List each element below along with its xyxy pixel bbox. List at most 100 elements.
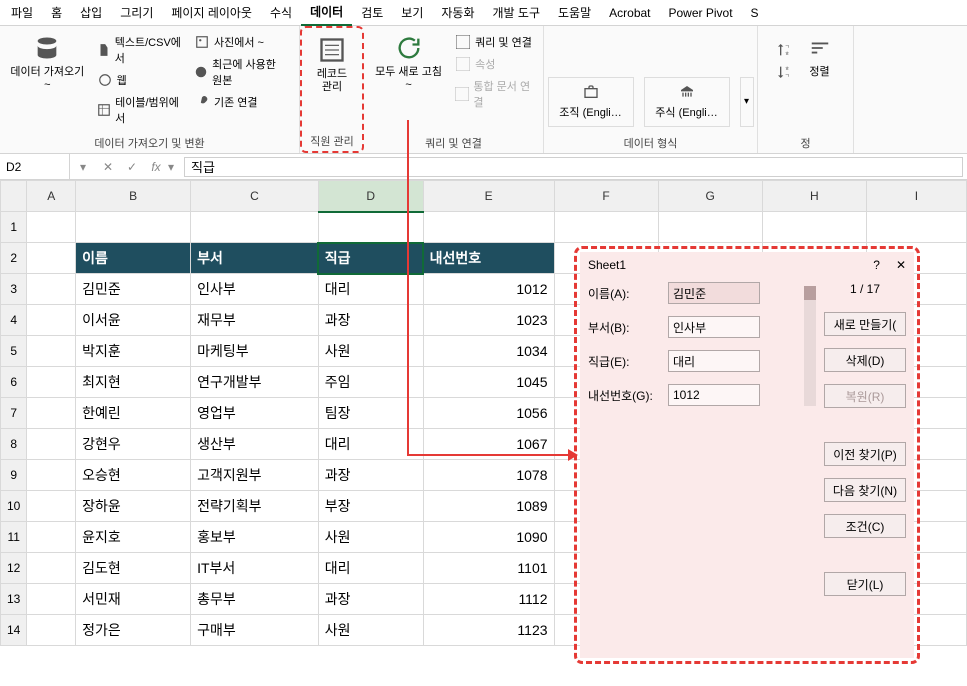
row-header[interactable]: 9 (1, 460, 27, 491)
menu-수식[interactable]: 수식 (261, 0, 301, 25)
row-header[interactable]: 8 (1, 429, 27, 460)
cell[interactable] (27, 584, 76, 615)
cell[interactable]: 1034 (423, 336, 554, 367)
accept-formula-icon[interactable]: ✓ (120, 160, 144, 174)
cell[interactable]: 윤지호 (76, 522, 191, 553)
cell[interactable] (76, 212, 191, 243)
dialog-button-8[interactable]: 닫기(L) (824, 572, 906, 596)
sort-desc[interactable]: ㅎㄱ (772, 62, 796, 82)
cell[interactable] (866, 212, 966, 243)
cell[interactable]: 최지현 (76, 367, 191, 398)
col-header-F[interactable]: F (554, 181, 658, 212)
cell[interactable]: 1078 (423, 460, 554, 491)
cell[interactable]: 1112 (423, 584, 554, 615)
cell[interactable]: 장하윤 (76, 491, 191, 522)
cell[interactable]: 사원 (318, 522, 423, 553)
cell[interactable]: 과장 (318, 460, 423, 491)
datatype-expand[interactable]: ▾ (740, 77, 754, 127)
dialog-button-4[interactable]: 이전 찾기(P) (824, 442, 906, 466)
cell[interactable]: 1056 (423, 398, 554, 429)
cell[interactable]: 생산부 (191, 429, 319, 460)
cancel-formula-icon[interactable]: ✕ (96, 160, 120, 174)
cell[interactable]: 과장 (318, 584, 423, 615)
row-header[interactable]: 1 (1, 212, 27, 243)
cell[interactable]: 연구개발부 (191, 367, 319, 398)
menu-자동화[interactable]: 자동화 (432, 0, 483, 25)
menu-acrobat[interactable]: Acrobat (600, 2, 659, 24)
row-header[interactable]: 12 (1, 553, 27, 584)
cell[interactable] (27, 336, 76, 367)
menu-데이터[interactable]: 데이터 (301, 0, 352, 26)
col-header-H[interactable]: H (762, 181, 866, 212)
cell[interactable]: 마케팅부 (191, 336, 319, 367)
cell[interactable]: 재무부 (191, 305, 319, 336)
field-input-1[interactable] (668, 316, 760, 338)
col-header-I[interactable]: I (866, 181, 966, 212)
dialog-button-6[interactable]: 조건(C) (824, 514, 906, 538)
recent-sources[interactable]: 최근에 사용한 원본 (190, 54, 293, 90)
field-input-3[interactable] (668, 384, 760, 406)
cell[interactable]: 인사부 (191, 274, 319, 305)
dialog-button-1[interactable]: 삭제(D) (824, 348, 906, 372)
row-header[interactable]: 7 (1, 398, 27, 429)
row-header[interactable]: 10 (1, 491, 27, 522)
cell[interactable] (423, 212, 554, 243)
cell[interactable]: 1101 (423, 553, 554, 584)
menu-s[interactable]: S (742, 2, 768, 24)
cell[interactable]: 영업부 (191, 398, 319, 429)
cell[interactable]: 고객지원부 (191, 460, 319, 491)
datatype-stock[interactable]: 주식 (Engli… (644, 77, 730, 127)
cell[interactable] (554, 212, 658, 243)
cell[interactable] (27, 615, 76, 646)
dialog-button-0[interactable]: 새로 만들기( (824, 312, 906, 336)
sort-asc[interactable]: ㄱㅎ (772, 40, 796, 60)
field-input-2[interactable] (668, 350, 760, 372)
cell[interactable]: 김도현 (76, 553, 191, 584)
menu-그리기[interactable]: 그리기 (111, 0, 162, 25)
name-box[interactable]: D2 (0, 154, 70, 179)
cell[interactable]: 1089 (423, 491, 554, 522)
cell[interactable] (27, 491, 76, 522)
cell[interactable] (658, 212, 762, 243)
workbook-links[interactable]: 통합 문서 연결 (451, 76, 537, 112)
cell[interactable] (27, 274, 76, 305)
dialog-button-2[interactable]: 복원(R) (824, 384, 906, 408)
cell[interactable]: 강현우 (76, 429, 191, 460)
formula-input[interactable] (184, 157, 963, 177)
cell[interactable] (27, 212, 76, 243)
col-header-C[interactable]: C (191, 181, 319, 212)
row-header[interactable]: 14 (1, 615, 27, 646)
cell[interactable]: 부장 (318, 491, 423, 522)
cell[interactable]: 사원 (318, 615, 423, 646)
cell[interactable] (27, 243, 76, 274)
cell[interactable]: 1123 (423, 615, 554, 646)
properties[interactable]: 속성 (451, 54, 537, 74)
field-input-0[interactable] (668, 282, 760, 304)
cell[interactable]: 1023 (423, 305, 554, 336)
menu-홈[interactable]: 홈 (42, 0, 71, 25)
name-box-dropdown[interactable]: ▾ (70, 160, 96, 174)
cell[interactable]: 한예린 (76, 398, 191, 429)
cell[interactable] (191, 212, 319, 243)
cell[interactable] (27, 367, 76, 398)
from-text-csv[interactable]: 텍스트/CSV에서 (93, 32, 186, 68)
menu-페이지 레이아웃[interactable]: 페이지 레이아웃 (162, 0, 261, 25)
cell[interactable]: 부서 (191, 243, 319, 274)
col-header-E[interactable]: E (423, 181, 554, 212)
cell[interactable]: 이름 (76, 243, 191, 274)
cell[interactable]: 서민재 (76, 584, 191, 615)
menu-개발 도구[interactable]: 개발 도구 (484, 0, 550, 25)
menu-보기[interactable]: 보기 (392, 0, 432, 25)
fx-icon[interactable]: fx (144, 160, 168, 174)
cell[interactable]: 1012 (423, 274, 554, 305)
menu-삽입[interactable]: 삽입 (71, 0, 111, 25)
cell[interactable]: 내선번호 (423, 243, 554, 274)
cell[interactable]: 이서윤 (76, 305, 191, 336)
cell[interactable] (762, 212, 866, 243)
row-header[interactable]: 5 (1, 336, 27, 367)
cell[interactable]: 구매부 (191, 615, 319, 646)
dialog-scrollbar[interactable] (804, 286, 816, 406)
select-all-corner[interactable] (1, 181, 27, 212)
cell[interactable]: IT부서 (191, 553, 319, 584)
row-header[interactable]: 13 (1, 584, 27, 615)
